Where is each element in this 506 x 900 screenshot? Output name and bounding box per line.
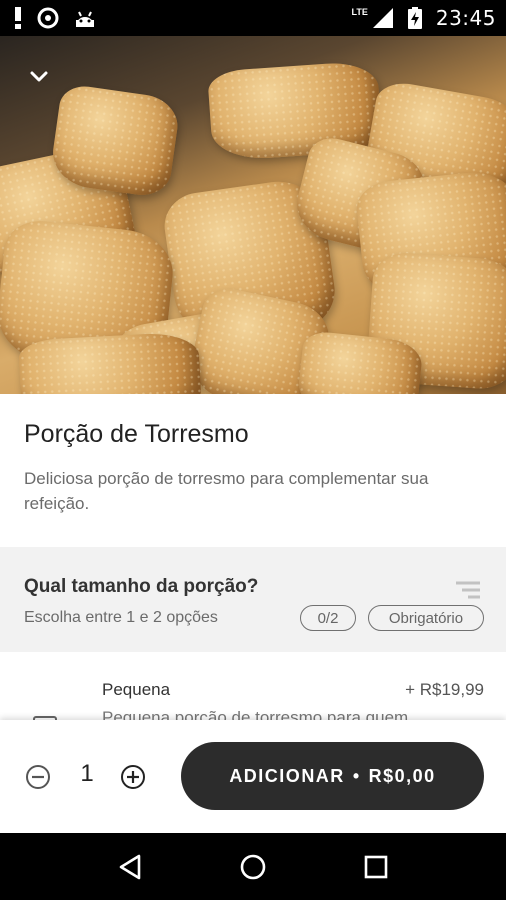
home-icon[interactable] [239, 853, 267, 881]
option-price: + R$19,99 [405, 680, 484, 699]
chevron-down-icon [30, 71, 48, 82]
options-section-subtitle: Escolha entre 1 e 2 opções [24, 609, 218, 626]
back-icon[interactable] [118, 854, 142, 880]
product-title: Porção de Torresmo [24, 420, 249, 448]
status-bar: LTE 23:45 [0, 0, 506, 36]
decrease-quantity-button[interactable] [25, 764, 51, 790]
options-section-header: Qual tamanho da porção? Escolha entre 1 … [0, 547, 506, 652]
add-to-cart-bar: 1 ADICIONAR • R$0,00 [0, 720, 506, 833]
battery-charging-icon [407, 7, 422, 29]
close-button[interactable] [22, 60, 56, 94]
add-to-cart-button[interactable]: ADICIONAR • R$0,00 [181, 742, 484, 810]
product-image [0, 36, 506, 394]
option-item-pequena[interactable]: Pequena + R$19,99 Pequena porção de torr… [0, 652, 506, 722]
android-icon [76, 11, 94, 27]
network-type: LTE [351, 7, 368, 17]
product-description: Deliciosa porção de torresmo para comple… [24, 469, 429, 513]
add-button-label: ADICIONAR [229, 765, 345, 786]
quantity-value: 1 [80, 760, 94, 787]
required-badge: Obrigatório [368, 605, 484, 631]
option-name: Pequena [102, 680, 171, 699]
selection-count-badge: 0/2 [300, 605, 356, 631]
add-button-total: R$0,00 [368, 765, 436, 786]
sort-icon [456, 581, 480, 599]
options-section-title: Qual tamanho da porção? [24, 576, 259, 597]
recents-icon[interactable] [364, 855, 388, 879]
pocket-cast-icon [37, 7, 59, 29]
clock: 23:45 [435, 6, 496, 30]
add-button-separator: • [352, 765, 361, 786]
system-navigation-bar [0, 833, 506, 900]
increase-quantity-button[interactable] [120, 764, 146, 790]
alert-icon [15, 7, 21, 29]
signal-icon [372, 8, 393, 28]
